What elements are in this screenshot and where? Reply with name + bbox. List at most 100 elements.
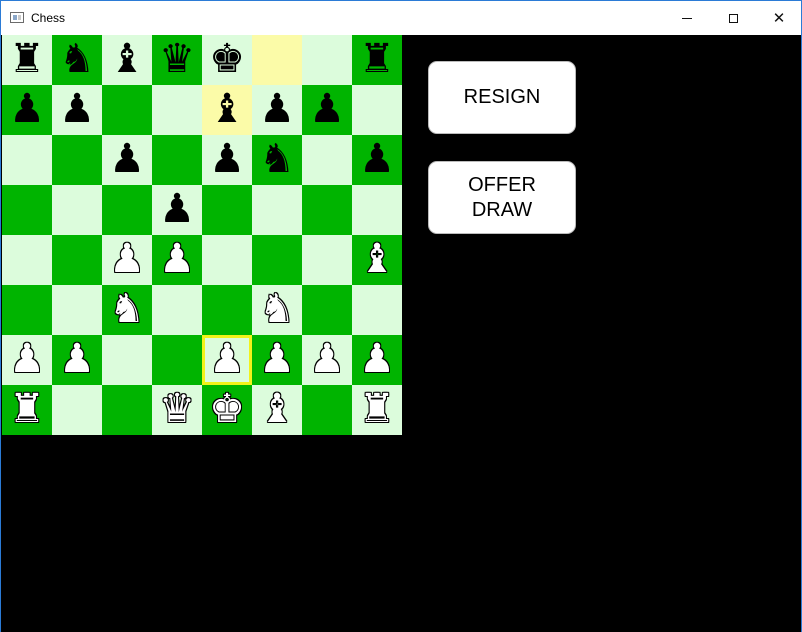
square-f5[interactable]	[252, 185, 302, 235]
resign-button[interactable]: RESIGN	[428, 61, 576, 134]
square-g6[interactable]	[302, 135, 352, 185]
white-queen-icon[interactable]: ♛	[159, 389, 195, 429]
white-pawn-icon[interactable]: ♟	[109, 239, 145, 279]
square-f7[interactable]: ♟	[252, 85, 302, 135]
black-pawn-icon[interactable]: ♟	[259, 89, 295, 129]
white-pawn-icon[interactable]: ♟	[59, 339, 95, 379]
square-h6[interactable]: ♟	[352, 135, 402, 185]
white-rook-icon[interactable]: ♜	[359, 389, 395, 429]
black-bishop-icon[interactable]: ♝	[109, 39, 145, 79]
white-pawn-icon[interactable]: ♟	[359, 339, 395, 379]
white-bishop-icon[interactable]: ♝	[359, 239, 395, 279]
black-pawn-icon[interactable]: ♟	[359, 139, 395, 179]
square-h4[interactable]: ♝	[352, 235, 402, 285]
square-c5[interactable]	[102, 185, 152, 235]
square-g4[interactable]	[302, 235, 352, 285]
square-d5[interactable]: ♟	[152, 185, 202, 235]
square-g3[interactable]	[302, 285, 352, 335]
square-b5[interactable]	[52, 185, 102, 235]
black-knight-icon[interactable]: ♞	[59, 39, 95, 79]
offer-draw-button[interactable]: OFFER DRAW	[428, 161, 576, 234]
square-a1[interactable]: ♜	[2, 385, 52, 435]
square-d6[interactable]	[152, 135, 202, 185]
square-c2[interactable]	[102, 335, 152, 385]
square-b7[interactable]: ♟	[52, 85, 102, 135]
square-c6[interactable]: ♟	[102, 135, 152, 185]
square-e2[interactable]: ♟	[202, 335, 252, 385]
square-d1[interactable]: ♛	[152, 385, 202, 435]
square-e7[interactable]: ♝	[202, 85, 252, 135]
square-e1[interactable]: ♚	[202, 385, 252, 435]
square-g2[interactable]: ♟	[302, 335, 352, 385]
square-b2[interactable]: ♟	[52, 335, 102, 385]
white-king-icon[interactable]: ♚	[209, 389, 245, 429]
black-queen-icon[interactable]: ♛	[159, 39, 195, 79]
square-g5[interactable]	[302, 185, 352, 235]
black-rook-icon[interactable]: ♜	[9, 39, 45, 79]
square-a6[interactable]	[2, 135, 52, 185]
square-b1[interactable]	[52, 385, 102, 435]
square-e5[interactable]	[202, 185, 252, 235]
square-h5[interactable]	[352, 185, 402, 235]
square-c4[interactable]: ♟	[102, 235, 152, 285]
black-pawn-icon[interactable]: ♟	[9, 89, 45, 129]
square-h8[interactable]: ♜	[352, 35, 402, 85]
white-pawn-icon[interactable]: ♟	[259, 339, 295, 379]
black-knight-icon[interactable]: ♞	[259, 139, 295, 179]
square-c8[interactable]: ♝	[102, 35, 152, 85]
square-c7[interactable]	[102, 85, 152, 135]
square-c3[interactable]: ♞	[102, 285, 152, 335]
square-a5[interactable]	[2, 185, 52, 235]
square-a8[interactable]: ♜	[2, 35, 52, 85]
square-e8[interactable]: ♚	[202, 35, 252, 85]
black-pawn-icon[interactable]: ♟	[59, 89, 95, 129]
square-f8[interactable]	[252, 35, 302, 85]
black-pawn-icon[interactable]: ♟	[109, 139, 145, 179]
square-a3[interactable]	[2, 285, 52, 335]
black-king-icon[interactable]: ♚	[209, 39, 245, 79]
white-knight-icon[interactable]: ♞	[259, 289, 295, 329]
white-pawn-icon[interactable]: ♟	[9, 339, 45, 379]
square-a4[interactable]	[2, 235, 52, 285]
black-pawn-icon[interactable]: ♟	[309, 89, 345, 129]
square-b3[interactable]	[52, 285, 102, 335]
white-pawn-icon[interactable]: ♟	[209, 339, 245, 379]
square-g8[interactable]	[302, 35, 352, 85]
square-e4[interactable]	[202, 235, 252, 285]
square-d4[interactable]: ♟	[152, 235, 202, 285]
square-b4[interactable]	[52, 235, 102, 285]
square-d8[interactable]: ♛	[152, 35, 202, 85]
white-knight-icon[interactable]: ♞	[109, 289, 145, 329]
square-b6[interactable]	[52, 135, 102, 185]
square-d3[interactable]	[152, 285, 202, 335]
minimize-button[interactable]	[664, 1, 710, 35]
square-b8[interactable]: ♞	[52, 35, 102, 85]
square-f6[interactable]: ♞	[252, 135, 302, 185]
square-f2[interactable]: ♟	[252, 335, 302, 385]
square-d7[interactable]	[152, 85, 202, 135]
square-f4[interactable]	[252, 235, 302, 285]
square-a2[interactable]: ♟	[2, 335, 52, 385]
square-a7[interactable]: ♟	[2, 85, 52, 135]
square-c1[interactable]	[102, 385, 152, 435]
white-pawn-icon[interactable]: ♟	[159, 239, 195, 279]
square-f3[interactable]: ♞	[252, 285, 302, 335]
square-h7[interactable]	[352, 85, 402, 135]
square-g1[interactable]	[302, 385, 352, 435]
square-h3[interactable]	[352, 285, 402, 335]
black-pawn-icon[interactable]: ♟	[209, 139, 245, 179]
white-bishop-icon[interactable]: ♝	[259, 389, 295, 429]
black-bishop-icon[interactable]: ♝	[209, 89, 245, 129]
square-g7[interactable]: ♟	[302, 85, 352, 135]
maximize-button[interactable]	[710, 1, 756, 35]
black-rook-icon[interactable]: ♜	[359, 39, 395, 79]
square-e3[interactable]	[202, 285, 252, 335]
square-e6[interactable]: ♟	[202, 135, 252, 185]
square-h1[interactable]: ♜	[352, 385, 402, 435]
black-pawn-icon[interactable]: ♟	[159, 189, 195, 229]
white-rook-icon[interactable]: ♜	[9, 389, 45, 429]
square-d2[interactable]	[152, 335, 202, 385]
square-f1[interactable]: ♝	[252, 385, 302, 435]
square-h2[interactable]: ♟	[352, 335, 402, 385]
close-button[interactable]: ✕	[756, 1, 802, 35]
